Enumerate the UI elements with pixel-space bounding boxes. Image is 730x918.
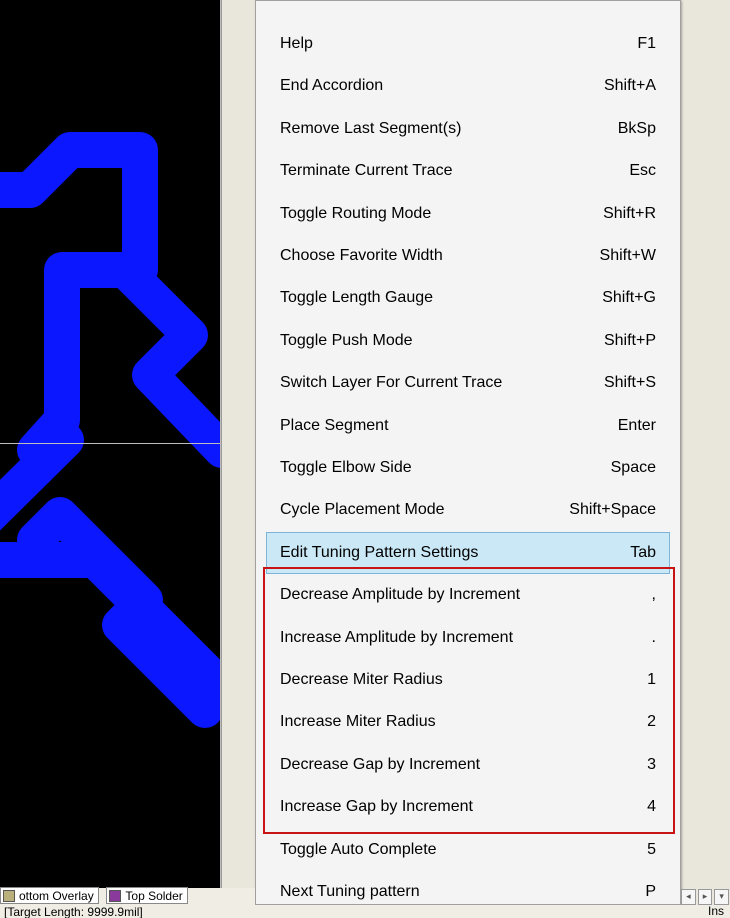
menu-item-label: Increase Gap by Increment <box>280 798 578 816</box>
menu-item-label: Edit Tuning Pattern Settings <box>280 544 578 562</box>
menu-item-increase-miter-radius[interactable]: Increase Miter Radius2 <box>266 701 670 743</box>
menu-item-shortcut: Shift+P <box>578 332 656 350</box>
menu-item-label: Toggle Length Gauge <box>280 289 578 307</box>
menu-item-increase-amplitude-by-increment[interactable]: Increase Amplitude by Increment. <box>266 617 670 659</box>
menu-item-label: Decrease Miter Radius <box>280 671 578 689</box>
menu-item-label: Toggle Push Mode <box>280 332 578 350</box>
menu-item-label: Remove Last Segment(s) <box>280 120 578 138</box>
menu-item-shortcut: P <box>578 883 656 901</box>
menu-item-switch-layer-for-current-trace[interactable]: Switch Layer For Current TraceShift+S <box>266 362 670 404</box>
menu-item-label: Choose Favorite Width <box>280 247 578 265</box>
menu-item-shortcut: Tab <box>578 544 656 562</box>
viewport-divider-v <box>220 0 221 888</box>
menu-item-label: Toggle Auto Complete <box>280 841 578 859</box>
menu-item-label: Place Segment <box>280 417 578 435</box>
menu-item-place-segment[interactable]: Place SegmentEnter <box>266 405 670 447</box>
menu-item-shortcut: Shift+S <box>578 374 656 392</box>
menu-item-shortcut: Shift+R <box>578 205 656 223</box>
menu-item-toggle-elbow-side[interactable]: Toggle Elbow SideSpace <box>266 447 670 489</box>
status-ins: Ins <box>708 905 724 918</box>
menu-item-shortcut: 4 <box>578 798 656 816</box>
menu-item-shortcut: . <box>578 629 656 647</box>
menu-item-increase-gap-by-increment[interactable]: Increase Gap by Increment4 <box>266 786 670 828</box>
menu-item-shortcut: , <box>578 586 656 604</box>
tab-scroll-right-icon[interactable]: ▸ <box>698 889 713 905</box>
menu-item-label: Help <box>280 35 578 53</box>
menu-item-label: Terminate Current Trace <box>280 162 578 180</box>
menu-item-toggle-routing-mode[interactable]: Toggle Routing ModeShift+R <box>266 193 670 235</box>
tab-scroll-widget: ◂ ▸ ▾ <box>680 888 730 905</box>
tab-scroll-left-icon[interactable]: ◂ <box>681 889 696 905</box>
menu-item-toggle-auto-complete[interactable]: Toggle Auto Complete5 <box>266 829 670 871</box>
menu-item-shortcut: F1 <box>578 35 656 53</box>
menu-item-label: Toggle Routing Mode <box>280 205 578 223</box>
layer-swatch-icon <box>3 890 15 902</box>
layer-tab-bottom-overlay[interactable]: ottom Overlay <box>0 887 99 904</box>
menu-item-shortcut: Shift+A <box>578 77 656 95</box>
menu-item-label: Increase Amplitude by Increment <box>280 629 578 647</box>
menu-item-decrease-gap-by-increment[interactable]: Decrease Gap by Increment3 <box>266 744 670 786</box>
menu-item-shortcut: Shift+Space <box>569 501 656 519</box>
menu-item-shortcut: Enter <box>578 417 656 435</box>
menu-item-label: End Accordion <box>280 77 578 95</box>
context-menu: HelpF1End AccordionShift+ARemove Last Se… <box>255 0 681 905</box>
menu-item-label: Next Tuning pattern <box>280 883 578 901</box>
tab-scroll-menu-icon[interactable]: ▾ <box>714 889 729 905</box>
status-bar: [Target Length: 9999.9mil] Ins <box>0 905 730 918</box>
menu-item-toggle-push-mode[interactable]: Toggle Push ModeShift+P <box>266 320 670 362</box>
menu-item-shortcut: 5 <box>578 841 656 859</box>
layer-swatch-icon <box>109 890 121 902</box>
menu-item-label: Switch Layer For Current Trace <box>280 374 578 392</box>
viewport-divider-h <box>0 443 221 444</box>
menu-item-label: Decrease Amplitude by Increment <box>280 586 578 604</box>
menu-item-end-accordion[interactable]: End AccordionShift+A <box>266 65 670 107</box>
menu-item-edit-tuning-pattern-settings[interactable]: Edit Tuning Pattern SettingsTab <box>266 532 670 574</box>
layer-tab-label: Top Solder <box>125 889 182 903</box>
menu-item-shortcut: 1 <box>578 671 656 689</box>
menu-item-choose-favorite-width[interactable]: Choose Favorite WidthShift+W <box>266 235 670 277</box>
status-target-length: [Target Length: 9999.9mil] <box>0 905 143 918</box>
layer-tabs: ottom Overlay Top Solder <box>0 888 255 905</box>
menu-item-help[interactable]: HelpF1 <box>266 23 670 65</box>
menu-item-decrease-amplitude-by-increment[interactable]: Decrease Amplitude by Increment, <box>266 574 670 616</box>
menu-item-cycle-placement-mode[interactable]: Cycle Placement ModeShift+Space <box>266 489 670 531</box>
menu-item-decrease-miter-radius[interactable]: Decrease Miter Radius1 <box>266 659 670 701</box>
menu-item-shortcut: 3 <box>578 756 656 774</box>
menu-item-label: Cycle Placement Mode <box>280 501 569 519</box>
menu-item-shortcut: Shift+G <box>578 289 656 307</box>
menu-item-shortcut: Shift+W <box>578 247 656 265</box>
menu-item-shortcut: Space <box>578 459 656 477</box>
menu-item-shortcut: Esc <box>578 162 656 180</box>
menu-item-label: Toggle Elbow Side <box>280 459 578 477</box>
menu-item-shortcut: 2 <box>578 713 656 731</box>
menu-item-label: Decrease Gap by Increment <box>280 756 578 774</box>
layer-tab-label: ottom Overlay <box>19 889 94 903</box>
menu-item-shortcut: BkSp <box>578 120 656 138</box>
pcb-trace-svg <box>0 0 221 888</box>
menu-item-remove-last-segment-s[interactable]: Remove Last Segment(s)BkSp <box>266 108 670 150</box>
layer-tab-top-solder[interactable]: Top Solder <box>106 887 187 904</box>
menu-item-toggle-length-gauge[interactable]: Toggle Length GaugeShift+G <box>266 277 670 319</box>
menu-item-terminate-current-trace[interactable]: Terminate Current TraceEsc <box>266 150 670 192</box>
pcb-canvas[interactable] <box>0 0 221 888</box>
menu-item-label: Increase Miter Radius <box>280 713 578 731</box>
